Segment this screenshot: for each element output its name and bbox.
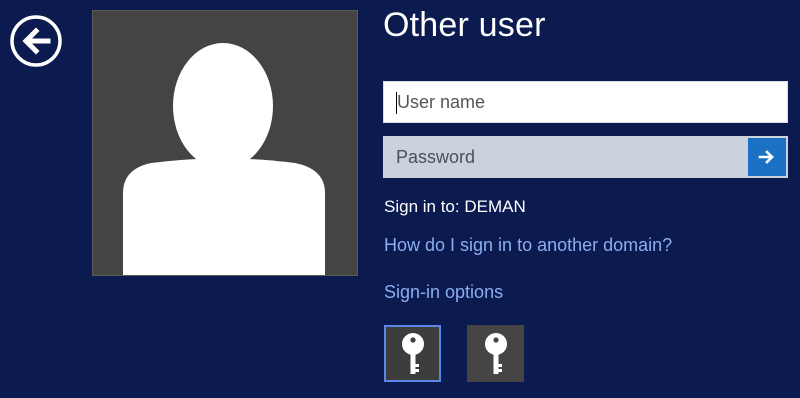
sign-in-options-link[interactable]: Sign-in options — [384, 282, 503, 303]
sign-in-option-password[interactable] — [384, 325, 441, 382]
username-input[interactable] — [384, 82, 787, 122]
key-icon — [484, 332, 507, 374]
sign-in-domain-label: Sign in to: DEMAN — [384, 197, 526, 216]
username-field[interactable] — [383, 81, 788, 123]
submit-button[interactable] — [748, 138, 786, 176]
password-input[interactable] — [383, 136, 745, 178]
user-avatar — [92, 10, 358, 276]
page-title: Other user — [383, 6, 546, 44]
arrow-right-icon — [758, 150, 774, 164]
back-button[interactable] — [9, 14, 63, 68]
back-arrow-icon — [10, 15, 62, 67]
logon-screen: Other user Sign in to: DEMAN How do I si… — [0, 0, 800, 398]
text-caret — [396, 92, 397, 114]
user-silhouette-icon — [123, 43, 325, 275]
other-domain-link[interactable]: How do I sign in to another domain? — [384, 235, 672, 256]
sign-in-option-key[interactable] — [467, 325, 524, 382]
password-field[interactable] — [383, 136, 788, 178]
key-icon — [401, 332, 424, 374]
